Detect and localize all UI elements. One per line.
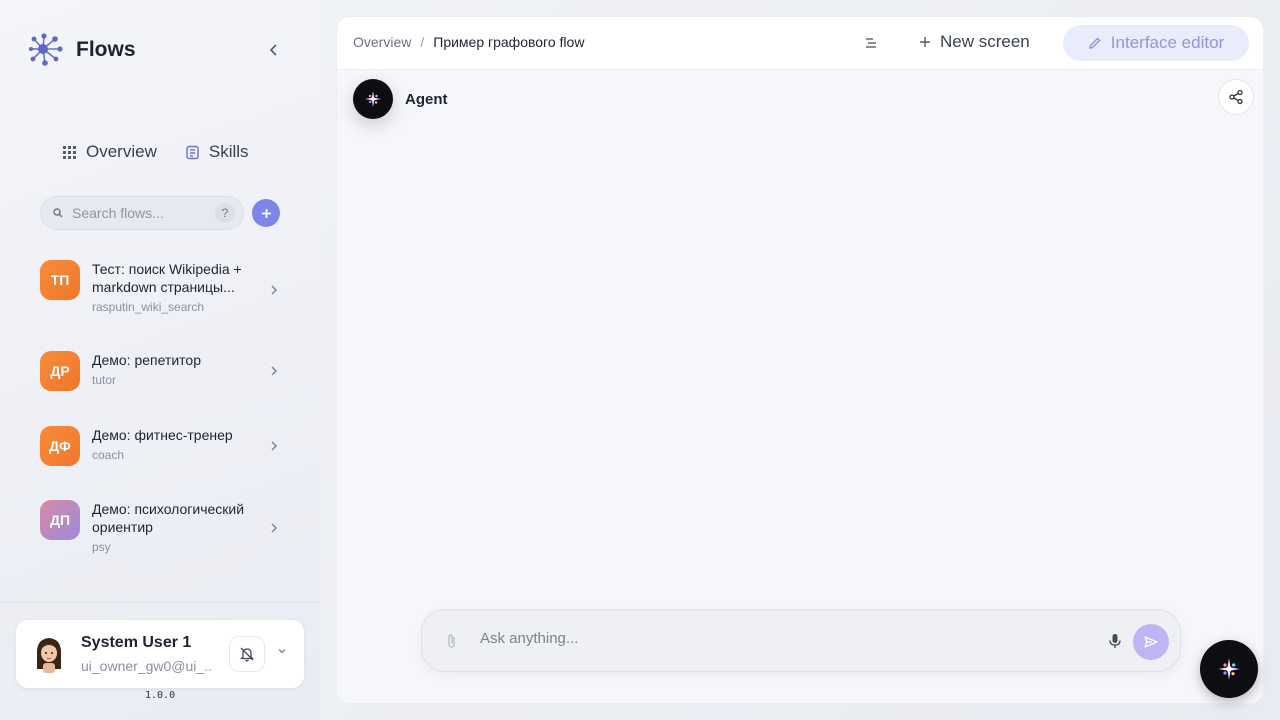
search-help-button[interactable]: ? xyxy=(215,203,235,223)
agent-header: Agent xyxy=(353,79,448,119)
notifications-button[interactable] xyxy=(229,636,265,672)
user-email: ui_owner_gw0@ui_... xyxy=(81,658,211,674)
flow-title: Демо: психологический ориентир xyxy=(92,501,245,535)
send-button[interactable] xyxy=(1133,624,1169,660)
list-item[interactable]: ДФ Демо: фитнес-тренер coach xyxy=(40,426,290,466)
breadcrumb-overview[interactable]: Overview xyxy=(353,34,411,50)
nav-overview-label: Overview xyxy=(86,142,157,161)
list-icon[interactable] xyxy=(863,35,879,51)
chevron-right-icon xyxy=(271,441,278,451)
search-icon xyxy=(53,208,63,218)
flow-slug: tutor xyxy=(92,373,117,387)
user-card[interactable]: System User 1 ui_owner_gw0@ui_... xyxy=(16,620,304,688)
flow-title: Демо: репетитор xyxy=(92,352,201,368)
share-button[interactable] xyxy=(1218,79,1254,115)
send-icon xyxy=(1144,636,1158,648)
sidebar-nav: Overview Skills xyxy=(62,142,249,162)
flow-title: Демо: фитнес-тренер xyxy=(92,427,233,443)
chevron-down-icon[interactable] xyxy=(277,646,287,656)
flow-slug: rasputin_wiki_search xyxy=(92,300,205,314)
search-box: ? xyxy=(40,196,244,230)
list-item[interactable]: ДР Демо: репетитор tutor xyxy=(40,351,290,391)
new-screen-button[interactable]: New screen xyxy=(919,32,1030,52)
flow-avatar: ДП xyxy=(40,500,80,540)
assistant-fab-button[interactable] xyxy=(1200,640,1258,698)
nav-overview[interactable]: Overview xyxy=(62,142,157,162)
share-icon xyxy=(1229,89,1243,105)
add-flow-button[interactable] xyxy=(252,199,280,227)
user-name: System User 1 xyxy=(81,634,192,651)
flow-avatar: ТП xyxy=(40,260,80,300)
breadcrumb-separator: / xyxy=(420,34,425,50)
top-bar: Overview / Пример графового flow New scr… xyxy=(337,17,1263,70)
interface-editor-label: Interface editor xyxy=(1110,33,1225,52)
pencil-icon xyxy=(1088,37,1101,49)
chevron-right-icon xyxy=(271,366,278,376)
chevron-left-icon xyxy=(269,44,277,56)
flow-title: Тест: поиск Wikipedia + markdown страниц… xyxy=(92,261,242,295)
breadcrumb-current: Пример графового flow xyxy=(433,34,585,50)
new-screen-label: New screen xyxy=(940,32,1030,51)
flow-avatar: ДР xyxy=(40,351,80,391)
breadcrumb: Overview / Пример графового flow xyxy=(353,34,584,50)
sparkle-icon xyxy=(365,91,381,107)
list-item[interactable]: ТП Тест: поиск Wikipedia + markdown стра… xyxy=(40,260,290,314)
agent-avatar xyxy=(353,79,393,119)
app-version: 1.0.0 xyxy=(145,690,176,701)
sparkle-icon xyxy=(1218,658,1240,680)
paperclip-icon[interactable] xyxy=(444,633,460,649)
plus-icon xyxy=(261,208,271,218)
flows-logo-icon xyxy=(29,33,63,66)
flow-slug: coach xyxy=(92,448,125,462)
chevron-right-icon xyxy=(271,523,278,533)
chevron-right-icon xyxy=(271,285,278,295)
plus-icon xyxy=(920,37,930,47)
nav-skills[interactable]: Skills xyxy=(185,142,249,162)
chat-input[interactable] xyxy=(480,630,1080,647)
sidebar-divider xyxy=(0,602,320,603)
flow-avatar: ДФ xyxy=(40,426,80,466)
avatar xyxy=(36,638,62,673)
interface-editor-button[interactable]: Interface editor xyxy=(1063,25,1249,61)
collapse-sidebar-button[interactable] xyxy=(264,40,284,60)
nav-skills-label: Skills xyxy=(208,142,249,161)
chat-composer xyxy=(421,609,1181,672)
mic-icon[interactable] xyxy=(1108,633,1122,649)
search-input[interactable] xyxy=(72,205,215,221)
flow-slug: psy xyxy=(92,540,111,554)
scroll-icon xyxy=(186,145,199,159)
sidebar: Flows Overview Skills Search flows... ? … xyxy=(0,0,320,720)
app-name: Flows xyxy=(76,38,136,61)
bell-off-icon xyxy=(239,647,255,662)
grid-icon xyxy=(63,145,76,159)
agent-name: Agent xyxy=(405,90,448,108)
main-panel: Overview / Пример графового flow New scr… xyxy=(336,16,1264,704)
list-item[interactable]: ДП Демо: психологический ориентир psy xyxy=(40,500,290,554)
brand[interactable]: Flows xyxy=(28,31,136,69)
